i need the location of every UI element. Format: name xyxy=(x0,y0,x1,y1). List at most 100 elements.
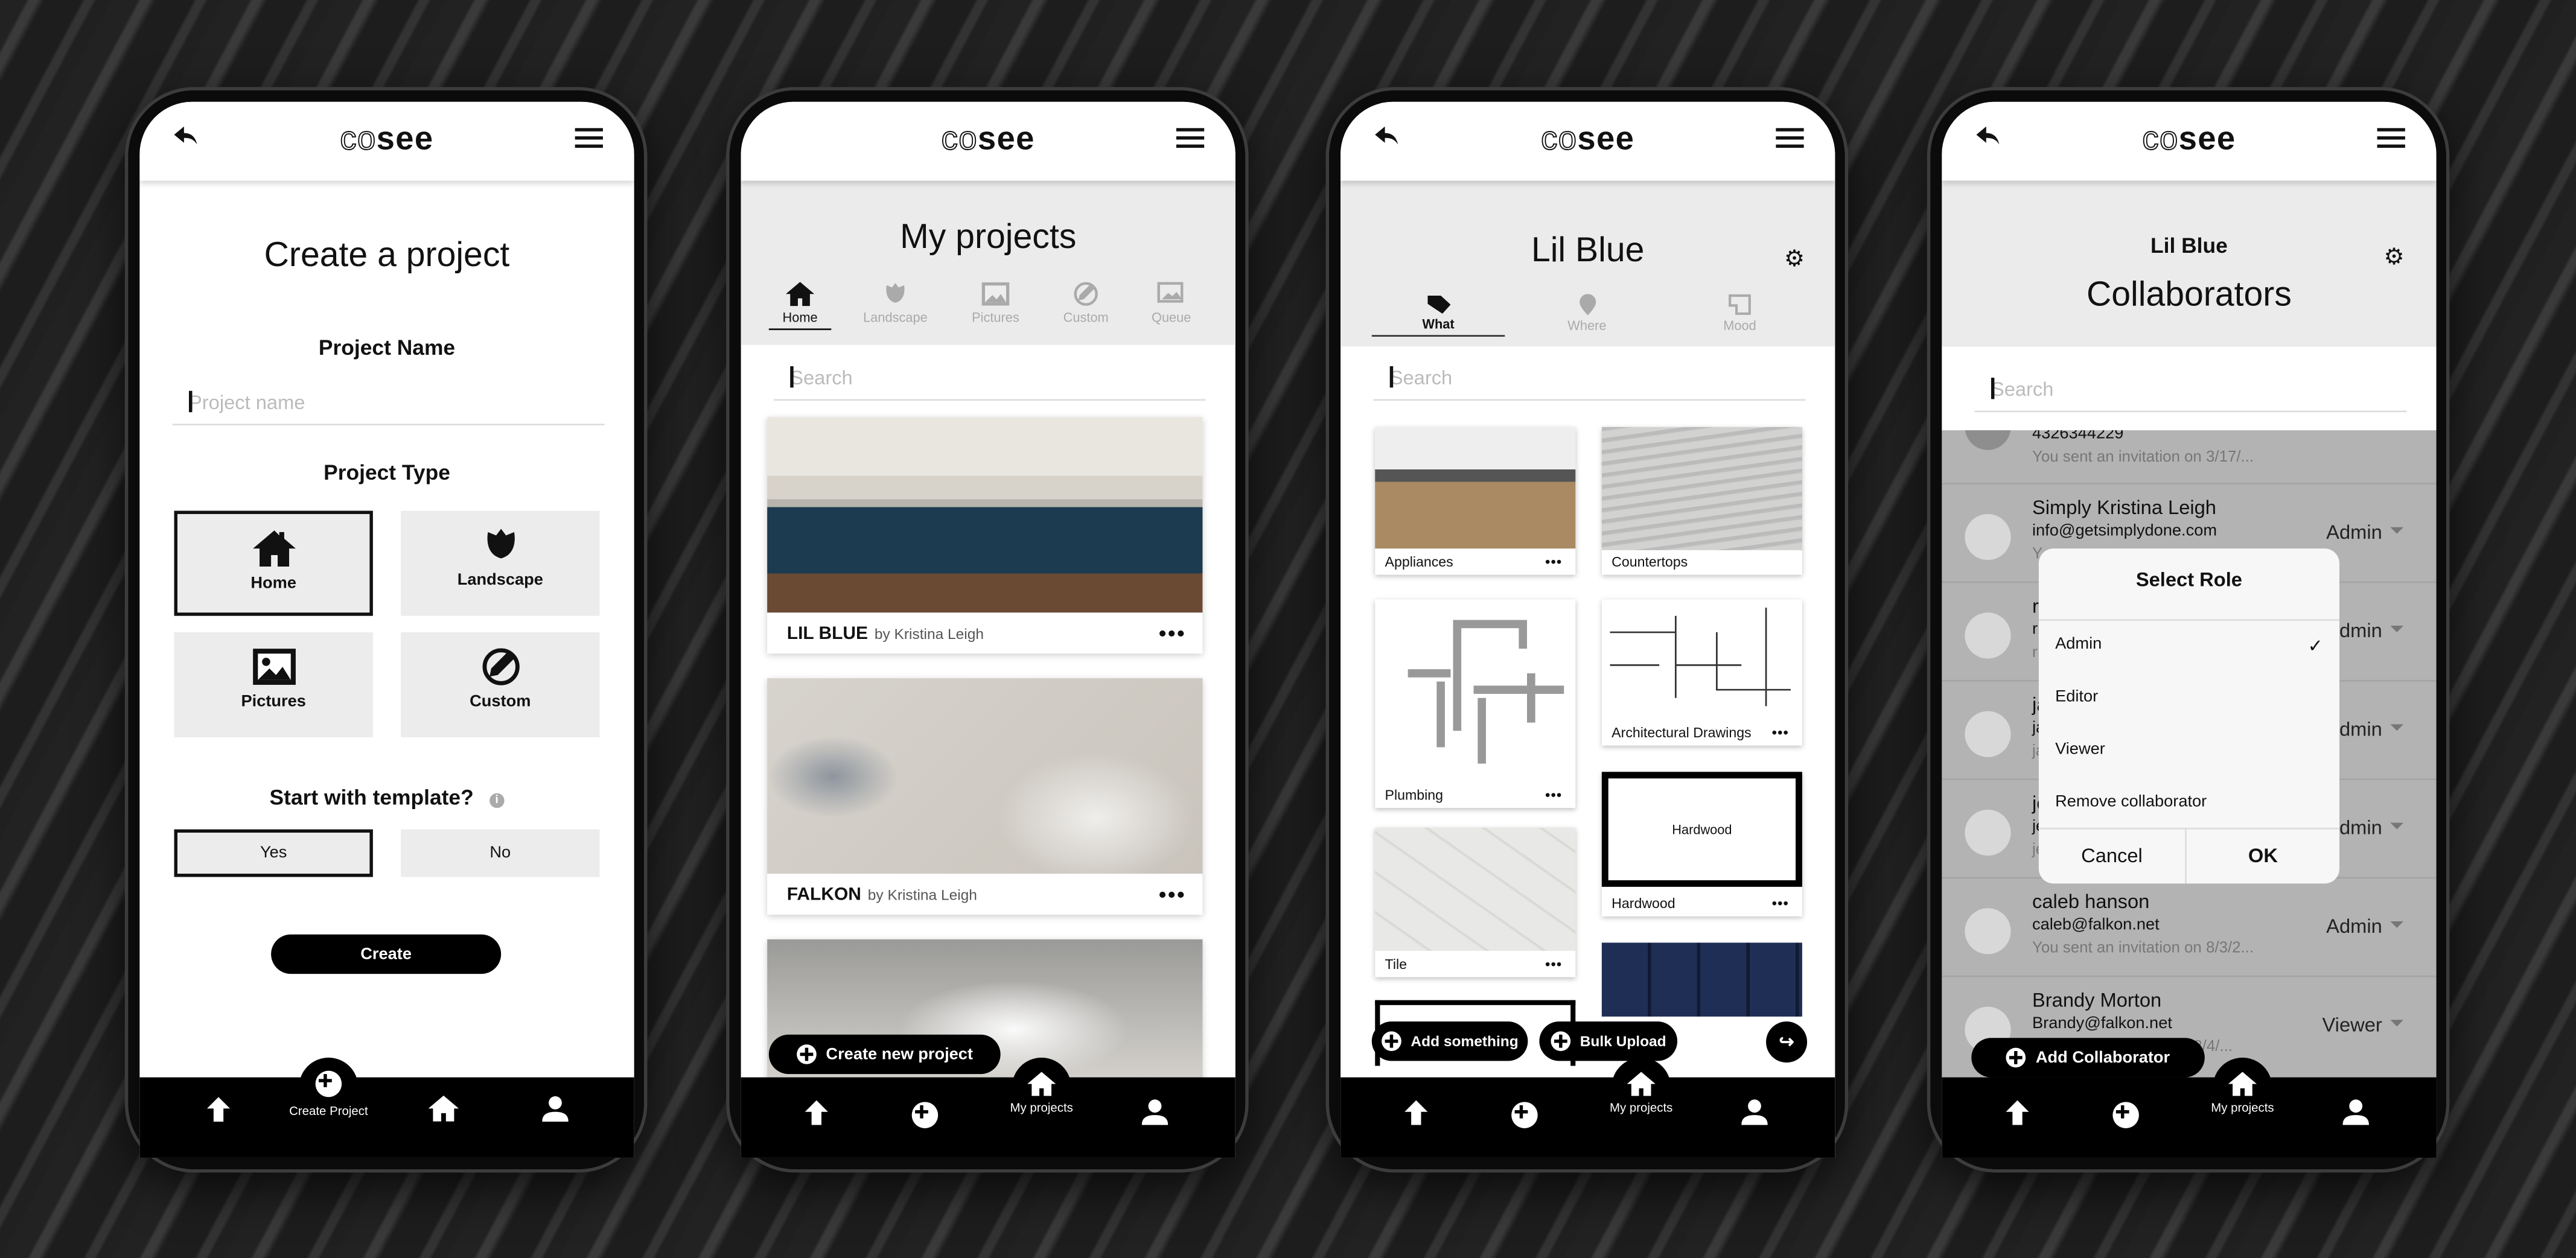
user-icon[interactable] xyxy=(1741,1099,1768,1125)
more-options-icon[interactable]: ••• xyxy=(1545,553,1562,570)
role-dropdown[interactable]: Admin xyxy=(2326,915,2403,938)
search-input[interactable]: Search xyxy=(1974,378,2407,413)
plus-circle-icon[interactable] xyxy=(911,1102,939,1128)
category-card[interactable]: Hardwood Hardwood ••• xyxy=(1601,772,1802,916)
app-header: cosee xyxy=(1341,101,1835,181)
project-owner: by Kristina Leigh xyxy=(874,624,984,641)
location-pin-icon xyxy=(1578,294,1595,316)
more-options-icon[interactable]: ••• xyxy=(1772,895,1789,911)
user-icon[interactable] xyxy=(1141,1099,1168,1125)
upload-arrow-icon[interactable] xyxy=(803,1100,830,1127)
app-header: cosee xyxy=(1942,101,2437,181)
collaborator-row[interactable]: caleb hanson caleb@falkon.net You sent an … xyxy=(1942,877,2437,975)
cosee-logo: cosee xyxy=(1540,121,1635,158)
template-yes-button[interactable]: Yes xyxy=(174,829,373,877)
more-options-icon[interactable]: ••• xyxy=(1545,787,1562,803)
project-name-label: Project Name xyxy=(318,335,456,360)
gear-icon[interactable]: ⚙ xyxy=(1784,245,1805,273)
category-image xyxy=(1601,427,1802,550)
tag-icon xyxy=(1426,295,1450,314)
search-input[interactable]: Search xyxy=(1373,366,1806,401)
bulk-upload-icon xyxy=(1550,1031,1570,1052)
role-dropdown[interactable]: Admin xyxy=(2326,521,2403,544)
bulk-upload-button[interactable]: Bulk Upload xyxy=(1539,1021,1678,1061)
hamburger-menu-icon[interactable] xyxy=(2377,128,2405,153)
type-custom[interactable]: Custom xyxy=(401,632,600,738)
category-image xyxy=(1375,427,1576,549)
search-input[interactable]: Search xyxy=(774,366,1206,401)
role-dropdown[interactable]: Viewer xyxy=(2322,1013,2403,1036)
add-collaborator-button[interactable]: Add Collaborator xyxy=(1971,1038,2205,1078)
category-card[interactable]: Architectural Drawings ••• xyxy=(1601,599,1802,746)
create-button[interactable]: Create xyxy=(271,934,502,974)
tab-where[interactable]: Where xyxy=(1554,294,1620,334)
create-new-project-button[interactable]: Create new project xyxy=(768,1034,1001,1075)
category-card[interactable]: Appliances ••• xyxy=(1375,427,1576,575)
hamburger-menu-icon[interactable] xyxy=(1776,128,1804,153)
info-icon[interactable]: i xyxy=(489,793,505,808)
category-image xyxy=(1375,827,1576,951)
app-header: cosee xyxy=(741,101,1235,181)
tab-custom[interactable]: Custom xyxy=(1053,281,1119,325)
checkmark-icon: ✓ xyxy=(2307,637,2323,657)
type-landscape[interactable]: Landscape xyxy=(401,510,600,616)
plus-circle-icon xyxy=(1381,1031,1401,1052)
nav-create-project[interactable]: Create Project xyxy=(271,1070,386,1119)
home-icon[interactable] xyxy=(427,1094,460,1123)
project-card[interactable]: LIL BLUE by Kristina Leigh ••• xyxy=(767,417,1203,654)
nav-my-projects[interactable]: My projects xyxy=(2189,1071,2297,1115)
category-card[interactable] xyxy=(1601,942,1802,1017)
more-options-icon[interactable]: ••• xyxy=(1159,882,1186,907)
nav-my-projects[interactable]: My projects xyxy=(1587,1071,1695,1115)
type-pictures[interactable]: Pictures xyxy=(174,632,373,738)
page-title: My projects xyxy=(900,218,1077,256)
tab-what[interactable]: What xyxy=(1371,295,1505,337)
type-label: Custom xyxy=(470,693,531,711)
hamburger-menu-icon[interactable] xyxy=(575,128,603,153)
upload-arrow-icon[interactable] xyxy=(205,1097,232,1123)
home-icon xyxy=(1027,1072,1056,1096)
more-options-icon[interactable]: ••• xyxy=(1545,956,1562,972)
remove-collaborator-option[interactable]: Remove collaborator xyxy=(2055,793,2207,812)
project-card[interactable]: FALKON by Kristina Leigh ••• xyxy=(767,678,1203,915)
more-options-icon[interactable]: ••• xyxy=(1772,724,1789,740)
avatar xyxy=(1965,513,2011,561)
more-options-icon[interactable]: ••• xyxy=(1159,621,1186,646)
tulip-icon xyxy=(486,529,514,559)
category-card[interactable]: Countertops xyxy=(1601,427,1802,575)
page-title: Collaborators xyxy=(2086,276,2292,314)
project-name-input[interactable]: Project name xyxy=(172,390,605,425)
house-icon xyxy=(785,282,815,307)
plus-circle-icon[interactable] xyxy=(1511,1102,1538,1128)
ok-button[interactable]: OK xyxy=(2187,828,2339,884)
role-option-admin[interactable]: Admin ✓ xyxy=(2055,635,2323,657)
category-card[interactable]: Tile ••• xyxy=(1375,827,1576,977)
cancel-button[interactable]: Cancel xyxy=(2039,827,2187,884)
project-name: FALKON xyxy=(786,884,861,904)
tab-mood[interactable]: Mood xyxy=(1710,294,1769,334)
tab-pictures[interactable]: Pictures xyxy=(961,281,1030,325)
upload-arrow-icon[interactable] xyxy=(1403,1100,1430,1127)
tab-landscape[interactable]: Landscape xyxy=(856,281,935,325)
plus-circle-icon xyxy=(2006,1047,2026,1068)
type-home[interactable]: Home xyxy=(174,510,373,616)
type-label: Pictures xyxy=(241,693,306,711)
cosee-logo: cosee xyxy=(941,121,1035,158)
hamburger-menu-icon[interactable] xyxy=(1176,128,1205,153)
role-option-viewer[interactable]: Viewer xyxy=(2055,741,2105,759)
plus-circle-icon[interactable] xyxy=(2112,1102,2139,1128)
nav-my-projects[interactable]: My projects xyxy=(987,1071,1096,1115)
template-no-button[interactable]: No xyxy=(401,829,600,877)
upload-arrow-icon[interactable] xyxy=(2004,1100,2031,1127)
gear-icon[interactable]: ⚙ xyxy=(2383,243,2404,271)
category-card[interactable]: Plumbing ••• xyxy=(1375,599,1576,808)
tab-home[interactable]: Home xyxy=(768,281,832,331)
add-something-button[interactable]: Add something xyxy=(1371,1021,1528,1061)
pencil-circle-icon xyxy=(482,648,519,685)
page-title: Lil Blue xyxy=(1531,231,1645,270)
user-icon[interactable] xyxy=(542,1096,569,1122)
tab-queue[interactable]: Queue xyxy=(1142,281,1201,325)
share-icon[interactable]: ↪ xyxy=(1766,1021,1808,1063)
role-option-editor[interactable]: Editor xyxy=(2055,688,2098,706)
user-icon[interactable] xyxy=(2342,1099,2369,1125)
